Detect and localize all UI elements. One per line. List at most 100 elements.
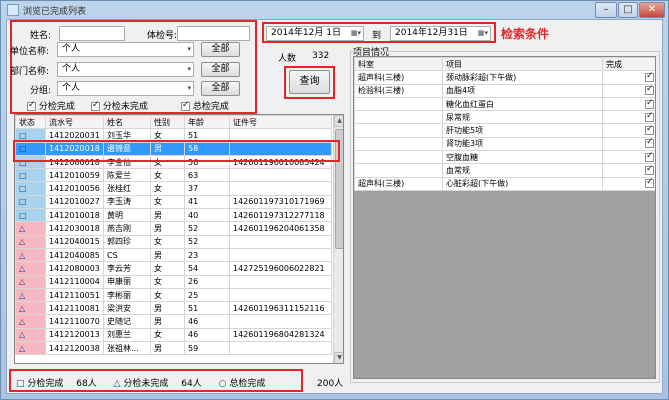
calendar-dropdown-icon: ▦▾	[477, 29, 488, 37]
patient-row[interactable]: △ 1412110070 史随记男 46	[15, 314, 332, 329]
patient-cell-name: 张桂红	[103, 181, 151, 196]
patient-row[interactable]: □ 1412010018 黄明男 40 142601197312277118	[15, 208, 332, 223]
patient-cell-id	[229, 314, 332, 329]
close-button[interactable]: ✕	[639, 2, 665, 18]
patient-column-header[interactable]: 流水号	[45, 115, 104, 130]
items-column-header[interactable]: 完成	[602, 57, 655, 72]
filter-partial-undone[interactable]: 分检未完成	[91, 99, 148, 112]
window-title: 浏览已完成列表	[23, 7, 87, 17]
patient-column-header[interactable]: 状态	[15, 115, 46, 130]
group-label: 分组:	[30, 86, 52, 96]
items-row[interactable]: 空腹血糖	[354, 150, 655, 165]
checkbox-icon	[27, 100, 36, 111]
patient-column-header[interactable]: 年龄	[184, 115, 230, 130]
done-checkbox[interactable]	[645, 72, 654, 82]
patient-cell-id	[229, 341, 332, 356]
patient-column-header[interactable]: 证件号	[229, 115, 332, 130]
items-cell-item: 颈动脉彩超(下午做)	[442, 70, 603, 85]
patient-cell-age: 23	[184, 247, 230, 263]
scroll-up-icon[interactable]: ▲	[334, 115, 343, 127]
items-cell-item: 血脂4项	[442, 83, 603, 98]
patient-cell-sex: 女	[150, 194, 185, 210]
patient-row[interactable]: △ 1412110081 梁洪安男 51 142601196311152116	[15, 301, 332, 316]
patient-row[interactable]: △ 1412040085 CS 男 23	[15, 247, 332, 263]
patient-row[interactable]: △ 1412040015 郭四珍女 52	[15, 234, 332, 249]
patient-cell-serial: 1412110004	[45, 274, 104, 289]
patient-cell-serial: 1412110070	[45, 314, 104, 329]
patient-cell-name: 李云芳	[103, 261, 151, 276]
done-checkbox[interactable]	[645, 125, 654, 136]
query-button[interactable]: 查询	[289, 70, 330, 94]
items-row[interactable]: 糖化血红蛋白	[354, 96, 655, 112]
patient-row[interactable]: △ 1412080003 李云芳女 54 142725196006022821	[15, 261, 332, 276]
patient-cell-age: 41	[184, 194, 230, 210]
patient-row[interactable]: △ 1412120013 刘惠兰女 46 142601196804281324	[15, 327, 332, 343]
patient-cell-serial: 1412120038	[45, 341, 104, 356]
name-input[interactable]	[59, 26, 125, 41]
calendar-dropdown-icon: ▦▾	[350, 29, 361, 37]
filter-partial-undone-label: 分检未完成	[102, 102, 148, 112]
patient-row[interactable]: □ 1412010059 陈爱兰女 63	[15, 168, 332, 183]
unit-value: 个人	[62, 44, 81, 54]
done-checkbox[interactable]	[645, 98, 654, 109]
chevron-down-icon: ▾	[187, 45, 191, 53]
group-all-button[interactable]: 全部	[201, 81, 240, 96]
scroll-down-icon[interactable]: ▼	[334, 352, 343, 363]
done-checkbox[interactable]	[645, 85, 654, 96]
filter-total-done[interactable]: 总检完成	[181, 99, 229, 112]
filter-total-done-label: 总检完成	[192, 102, 229, 112]
group-select[interactable]: 个人 ▾	[57, 81, 194, 96]
patient-column-header[interactable]: 性别	[150, 115, 185, 130]
legend: □ 分检完成 68人 △ 分检未完成 64人 ○ 总检完成	[16, 376, 265, 389]
items-row[interactable]: 超声科(三楼) 颈动脉彩超(下午做)	[354, 70, 655, 85]
maximize-button[interactable]: □	[618, 2, 638, 18]
chevron-down-icon: ▾	[187, 65, 191, 73]
patient-cell-age: 46	[184, 327, 230, 343]
done-checkbox[interactable]	[645, 112, 654, 122]
date-to-picker[interactable]: 2014年12月31日 ▦▾	[390, 26, 491, 41]
done-checkbox[interactable]	[645, 165, 654, 176]
done-checkbox[interactable]	[645, 138, 654, 149]
patient-cell-serial: 1412010027	[45, 194, 104, 210]
patient-cell-serial: 1412040085	[45, 247, 104, 263]
patient-cell-age: 52	[184, 234, 230, 249]
items-row[interactable]: 超声科(三楼) 心脏彩超(下午做)	[354, 176, 655, 191]
patient-cell-serial: 1412010059	[45, 168, 104, 183]
patient-cell-age: 54	[184, 261, 230, 276]
legend-partial-undone-count: 64人	[181, 379, 202, 389]
patient-row[interactable]: □ 1412010027 李玉涛女 41 142601197310171969	[15, 194, 332, 210]
minimize-button[interactable]: –	[595, 2, 617, 18]
items-column-header[interactable]: 项目	[442, 57, 603, 72]
dept-select[interactable]: 个人 ▾	[57, 62, 194, 77]
items-row[interactable]: 尿常规	[354, 110, 655, 125]
legend-partial-undone-label: 分检未完成	[123, 379, 169, 389]
dept-all-button[interactable]: 全部	[201, 62, 240, 77]
items-row[interactable]: 肾功能3项	[354, 136, 655, 152]
date-from-picker[interactable]: 2014年12月 1日 ▦▾	[266, 26, 364, 41]
unit-select[interactable]: 个人 ▾	[57, 42, 194, 57]
items-cell-done	[602, 176, 655, 191]
exam-no-input[interactable]	[177, 26, 250, 41]
patient-row[interactable]: □ 1412010056 张桂红女 37	[15, 181, 332, 196]
group-value: 个人	[62, 83, 81, 93]
done-checkbox[interactable]	[645, 152, 654, 162]
patient-cell-age: 37	[184, 181, 230, 196]
items-cell-dept: 超声科(三楼)	[354, 176, 443, 191]
items-row[interactable]: 检验科(三楼) 血脂4项	[354, 83, 655, 98]
filter-partial-done[interactable]: 分检完成	[27, 99, 75, 112]
patient-column-header[interactable]: 姓名	[103, 115, 151, 130]
unit-all-button[interactable]: 全部	[201, 42, 240, 57]
items-column-header[interactable]: 科室	[354, 57, 443, 72]
items-cell-done	[602, 110, 655, 125]
done-checkbox[interactable]	[645, 178, 654, 189]
patient-row[interactable]: △ 1412110051 李彬丽女 25	[15, 287, 332, 303]
patient-row[interactable]: △ 1412120038 张祖林... 男 59	[15, 341, 332, 356]
people-count: 332	[312, 51, 330, 61]
patient-row[interactable]: △ 1412110004 申康丽女 26	[15, 274, 332, 289]
items-table: 科室项目完成 超声科(三楼)颈动脉彩超(下午做)检验科(三楼)血脂4项糖化血红蛋…	[354, 57, 655, 191]
patient-cell-sex: 女	[150, 261, 185, 276]
patient-row[interactable]: △ 1412030018 燕吉刚男 52 142601196204061358	[15, 221, 332, 236]
items-cell-done	[602, 96, 655, 112]
items-row[interactable]: 肝功能5项	[354, 123, 655, 138]
items-row[interactable]: 血常规	[354, 163, 655, 178]
